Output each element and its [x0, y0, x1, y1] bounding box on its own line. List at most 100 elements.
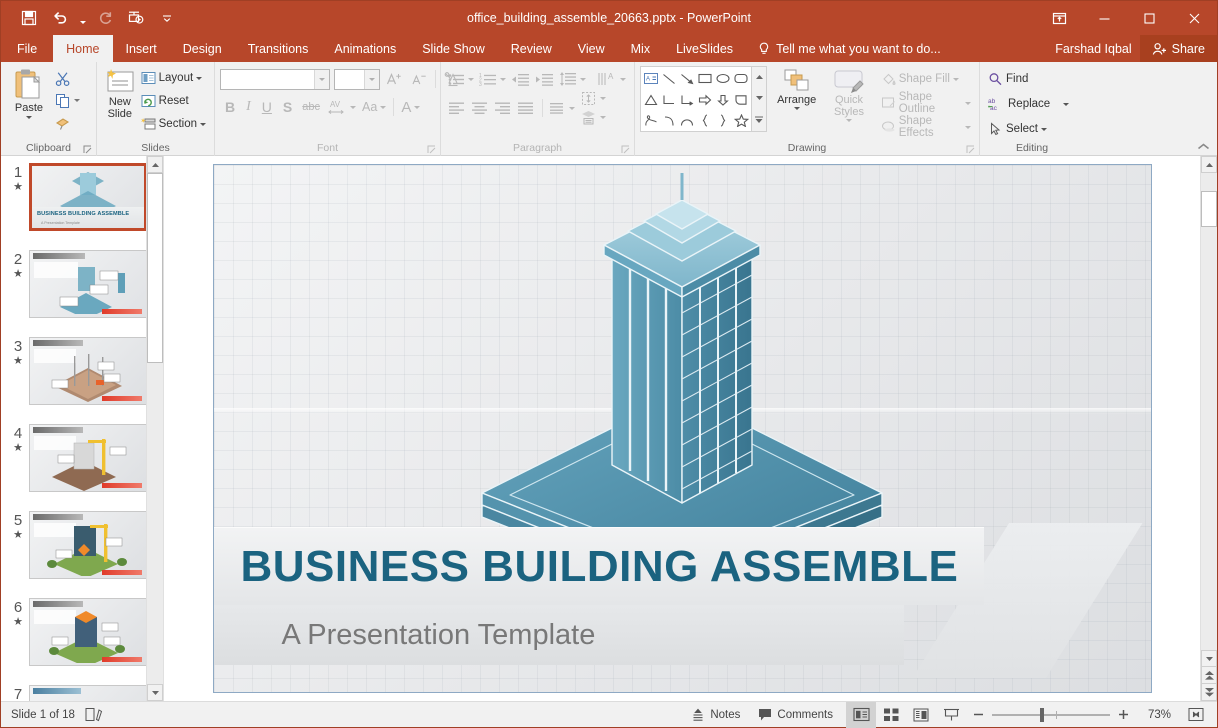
font-name-dropdown-icon[interactable] — [314, 70, 329, 89]
save-icon[interactable] — [15, 5, 43, 31]
shape-outline-dropdown-icon[interactable] — [965, 102, 971, 105]
tab-mix[interactable]: Mix — [618, 35, 663, 62]
new-slide-button[interactable]: New Slide — [102, 66, 138, 120]
fit-to-window-icon[interactable] — [1181, 702, 1211, 728]
tab-liveslides[interactable]: LiveSlides — [663, 35, 746, 62]
paste-dropdown-icon[interactable] — [26, 116, 32, 119]
select-button[interactable]: Select — [985, 118, 1050, 140]
next-slide-button[interactable] — [1201, 684, 1217, 701]
right-arrow-shape-icon[interactable] — [696, 89, 714, 110]
layout-dropdown-icon[interactable] — [196, 77, 202, 80]
minimize-button[interactable] — [1082, 1, 1127, 35]
strikethrough-button[interactable]: abc — [298, 96, 324, 118]
slide-thumbnail-7[interactable] — [29, 685, 147, 701]
clipboard-dialog-launcher-icon[interactable] — [83, 145, 92, 154]
slide-show-icon[interactable] — [936, 702, 966, 728]
tab-animations[interactable]: Animations — [321, 35, 409, 62]
bullets-button[interactable] — [446, 68, 476, 90]
thumbnail-scroll-down-icon[interactable] — [147, 684, 163, 701]
font-color-dropdown-icon[interactable] — [414, 106, 420, 109]
arrow-shape-icon[interactable] — [678, 68, 696, 89]
section-button[interactable]: Section — [138, 113, 209, 135]
account-name[interactable]: Farshad Iqbal — [1055, 35, 1139, 62]
character-spacing-dropdown-icon[interactable] — [350, 106, 356, 109]
slide-thumbnail-3[interactable] — [29, 337, 147, 405]
tab-view[interactable]: View — [565, 35, 618, 62]
replace-button[interactable]: ab ac Replace — [985, 93, 1072, 115]
list-item[interactable]: 6 ★ — [1, 591, 163, 678]
tab-slide-show[interactable]: Slide Show — [409, 35, 498, 62]
zoom-out-button[interactable] — [972, 708, 985, 721]
undo-icon[interactable] — [46, 5, 74, 31]
replace-dropdown-icon[interactable] — [1063, 103, 1069, 106]
shapes-gallery[interactable]: A — [640, 66, 752, 132]
flowchart-shape-icon[interactable] — [732, 89, 750, 110]
slide-thumbnail-2[interactable] — [29, 250, 147, 318]
text-shadow-button[interactable]: S — [278, 96, 297, 118]
notes-page-icon[interactable] — [85, 707, 103, 722]
list-item[interactable]: 4 ★ — [1, 417, 163, 504]
list-item[interactable]: 7 — [1, 678, 163, 701]
bold-button[interactable]: B — [220, 96, 240, 118]
find-button[interactable]: Find — [985, 68, 1031, 90]
text-direction-button[interactable]: A — [595, 68, 628, 90]
rectangle-shape-icon[interactable] — [696, 68, 714, 89]
cut-button[interactable] — [52, 69, 83, 88]
oval-shape-icon[interactable] — [714, 68, 732, 89]
grow-font-icon[interactable] — [384, 68, 405, 90]
font-dialog-launcher-icon[interactable] — [427, 145, 436, 154]
select-dropdown-icon[interactable] — [1041, 128, 1047, 131]
comments-button[interactable]: Comments — [749, 702, 842, 728]
gallery-scroll-down-icon[interactable] — [755, 95, 764, 101]
tab-insert[interactable]: Insert — [113, 35, 170, 62]
align-right-button[interactable] — [492, 97, 514, 119]
justify-button[interactable] — [515, 97, 537, 119]
ribbon-display-options-icon[interactable] — [1037, 1, 1082, 35]
list-item[interactable]: 5 ★ — [1, 504, 163, 591]
scribble-shape-icon[interactable] — [642, 110, 660, 131]
shape-fill-button[interactable]: Shape Fill — [878, 68, 974, 90]
line-spacing-dropdown-icon[interactable] — [580, 78, 586, 81]
maximize-button[interactable] — [1127, 1, 1172, 35]
slide-thumbnail-1[interactable]: BUSINESS BUILDING ASSEMBLE A Presentatio… — [29, 163, 147, 231]
bullets-dropdown-icon[interactable] — [468, 78, 474, 81]
line-shape-icon[interactable] — [660, 68, 678, 89]
star-shape-icon[interactable] — [732, 110, 750, 131]
gallery-more-icon[interactable] — [754, 116, 764, 124]
slide-thumbnail-6[interactable] — [29, 598, 147, 666]
align-center-button[interactable] — [469, 97, 491, 119]
section-dropdown-icon[interactable] — [200, 123, 206, 126]
shrink-font-icon[interactable] — [409, 68, 429, 90]
collapse-ribbon-icon[interactable] — [1197, 143, 1210, 151]
align-text-button[interactable] — [578, 90, 608, 108]
drawing-dialog-launcher-icon[interactable] — [966, 145, 975, 154]
quick-styles-dropdown-icon[interactable] — [846, 119, 852, 122]
text-direction-dropdown-icon[interactable] — [620, 78, 626, 81]
arrange-button[interactable]: Arrange — [773, 66, 820, 110]
thumbnail-scroll-track[interactable] — [147, 173, 163, 684]
tell-me-search[interactable]: Tell me what you want to do... — [746, 35, 941, 62]
paste-button[interactable]: Paste — [6, 66, 52, 119]
notes-button[interactable]: Notes — [682, 702, 749, 728]
arrange-dropdown-icon[interactable] — [794, 107, 800, 110]
triangle-shape-icon[interactable] — [642, 89, 660, 110]
underline-button[interactable]: U — [257, 96, 277, 118]
right-brace-shape-icon[interactable] — [714, 110, 732, 131]
elbow-arrow-connector-shape-icon[interactable] — [678, 89, 696, 110]
character-spacing-button[interactable]: AV — [325, 96, 358, 118]
thumbnail-scroll-thumb[interactable] — [147, 173, 163, 363]
text-box-shape-icon[interactable]: A — [642, 68, 660, 89]
align-left-button[interactable] — [446, 97, 468, 119]
thumbnail-scrollbar[interactable] — [146, 156, 163, 701]
tab-design[interactable]: Design — [170, 35, 235, 62]
columns-button[interactable] — [548, 97, 577, 119]
reset-button[interactable]: Reset — [138, 90, 209, 112]
slide-scrollbar[interactable] — [1200, 156, 1217, 701]
numbering-dropdown-icon[interactable] — [500, 78, 506, 81]
title-placeholder[interactable]: BUSINESS BUILDING ASSEMBLE — [214, 527, 984, 605]
layout-button[interactable]: Layout — [138, 67, 209, 89]
slide-counter[interactable]: Slide 1 of 18 — [11, 709, 75, 721]
list-item[interactable]: 3 ★ — [1, 330, 163, 417]
smartart-dropdown-icon[interactable] — [600, 116, 606, 119]
slide-scroll-track[interactable] — [1201, 173, 1217, 650]
